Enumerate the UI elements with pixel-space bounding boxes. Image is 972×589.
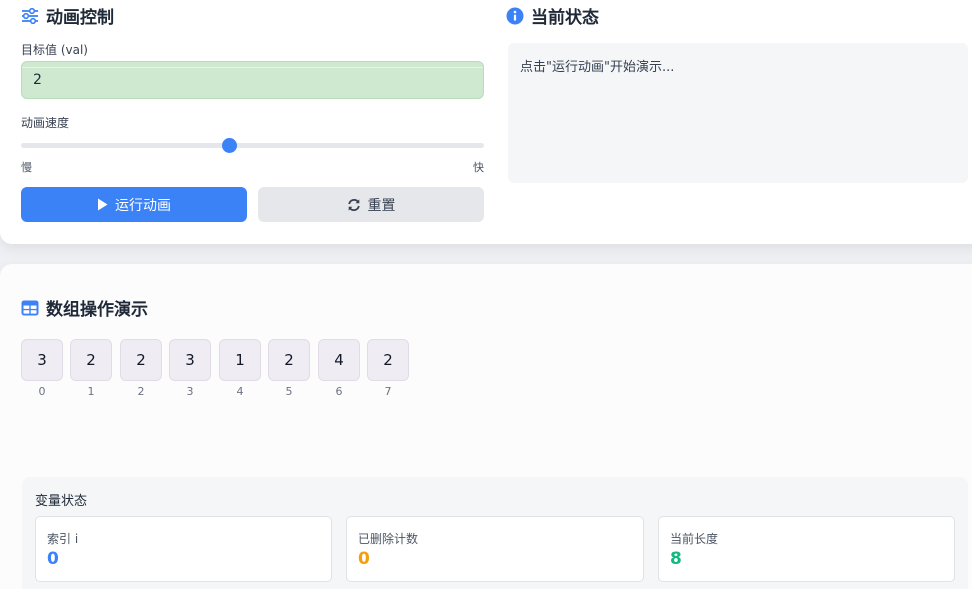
status-title: 当前状态 (506, 3, 599, 28)
controls-title: 动画控制 (21, 3, 114, 28)
table-icon (21, 300, 39, 315)
variable-value: 0 (47, 549, 59, 569)
input-highlight (22, 67, 483, 68)
array-index: 3 (186, 385, 194, 398)
speed-label: 动画速度 (21, 116, 70, 130)
array-cell: 2 (70, 339, 112, 381)
array-title-text: 数组操作演示 (46, 300, 148, 320)
speed-min-label: 慢 (21, 161, 32, 174)
variable-card-deleted: 已删除计数 0 (346, 516, 644, 582)
speed-max-label: 快 (473, 161, 484, 174)
variable-value: 0 (358, 549, 370, 569)
play-icon (98, 198, 108, 211)
variable-label: 索引 i (47, 532, 79, 546)
array-cell: 2 (367, 339, 409, 381)
array-cell-value: 3 (185, 351, 195, 369)
info-circle-icon (506, 7, 524, 24)
array-index: 1 (87, 385, 95, 398)
array-cell-value: 2 (383, 351, 393, 369)
array-index: 2 (137, 385, 145, 398)
array-cell: 3 (169, 339, 211, 381)
run-animation-label: 运行动画 (115, 197, 171, 214)
array-cell-value: 4 (334, 351, 344, 369)
run-animation-button[interactable]: 运行动画 (21, 187, 247, 222)
array-cell-value: 1 (235, 351, 245, 369)
variable-status-title: 变量状态 (35, 494, 88, 509)
variable-label: 已删除计数 (358, 532, 419, 546)
variable-card-index: 索引 i 0 (35, 516, 332, 582)
array-index: 7 (384, 385, 392, 398)
array-cell: 4 (318, 339, 360, 381)
status-message: 点击"运行动画"开始演示... (520, 60, 675, 75)
reset-label: 重置 (367, 197, 396, 214)
array-cell: 1 (219, 339, 261, 381)
array-cell: 2 (268, 339, 310, 381)
array-index: 4 (236, 385, 244, 398)
array-index: 5 (285, 385, 293, 398)
array-title: 数组操作演示 (21, 295, 148, 320)
reset-button[interactable]: 重置 (258, 187, 484, 222)
controls-title-text: 动画控制 (46, 8, 114, 28)
status-panel: 点击"运行动画"开始演示... (508, 43, 968, 183)
array-cell: 3 (21, 339, 63, 381)
status-title-text: 当前状态 (531, 8, 599, 28)
target-label: 目标值 (val) (21, 43, 88, 57)
sync-icon (347, 198, 360, 211)
variable-value: 8 (670, 549, 682, 569)
array-index: 6 (335, 385, 343, 398)
array-cell-value: 2 (284, 351, 294, 369)
array-cell: 2 (120, 339, 162, 381)
speed-slider-thumb[interactable] (221, 138, 237, 153)
array-cell-value: 3 (37, 351, 47, 369)
array-cell-value: 2 (136, 351, 146, 369)
variable-label: 当前长度 (670, 532, 719, 546)
variable-card-length: 当前长度 8 (658, 516, 955, 582)
array-cell-value: 2 (86, 351, 96, 369)
sliders-icon (22, 7, 38, 24)
speed-slider-track[interactable] (21, 143, 484, 148)
array-index: 0 (38, 385, 46, 398)
